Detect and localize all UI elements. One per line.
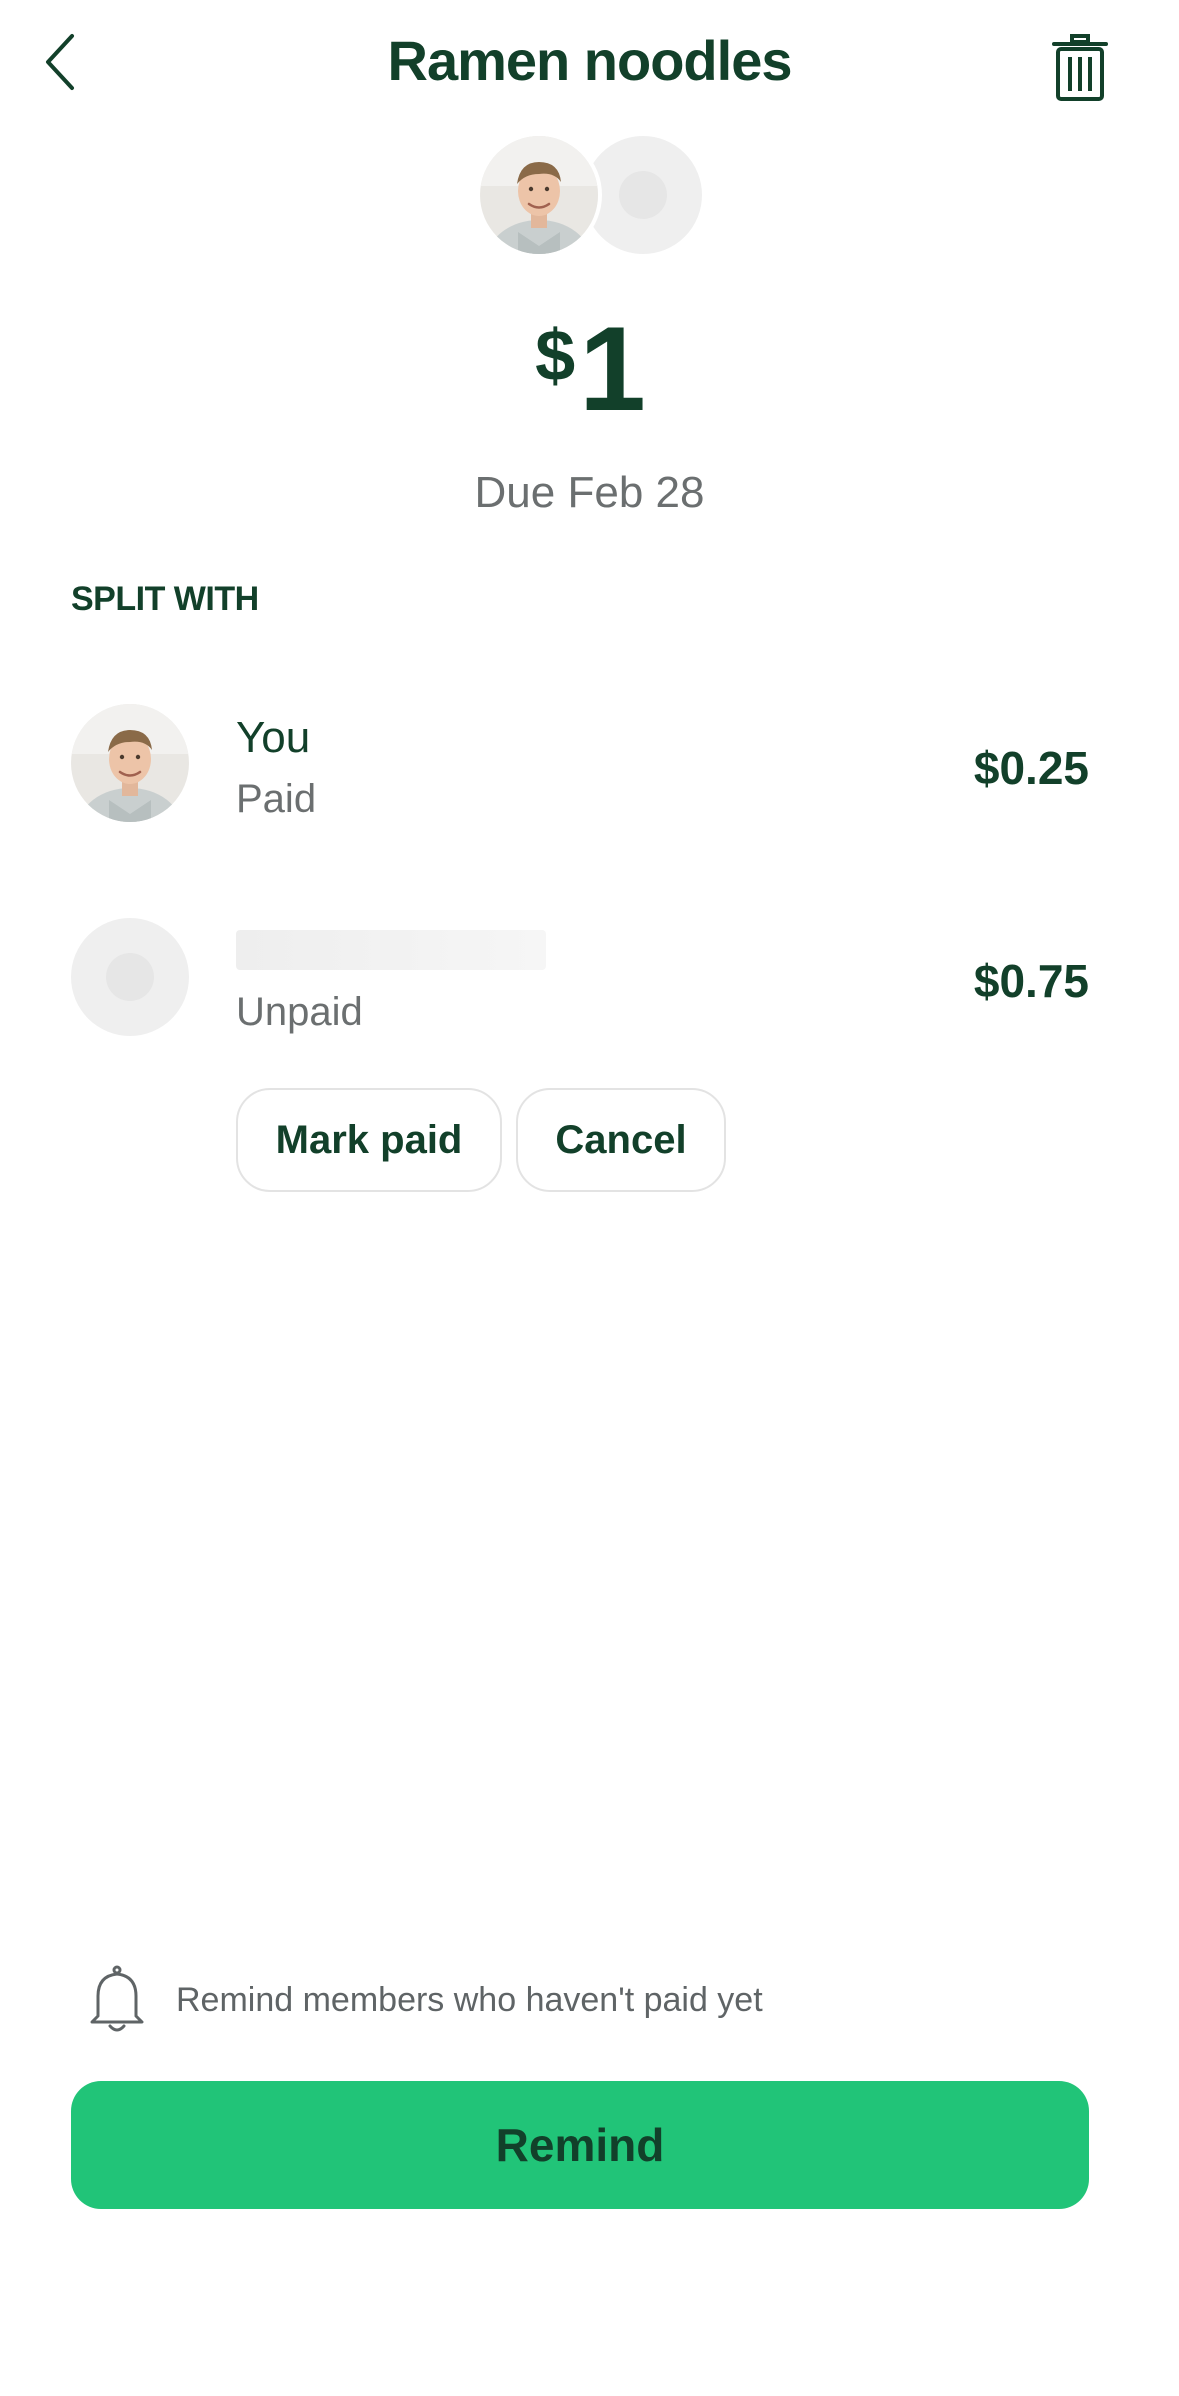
member-amount: $0.25 <box>973 742 1089 794</box>
remind-button[interactable]: Remind <box>71 2081 1089 2209</box>
member-status: Unpaid <box>236 990 363 1034</box>
avatar-you <box>476 132 602 258</box>
bell-icon <box>90 1965 144 2032</box>
amount-value: 1 <box>579 302 646 436</box>
due-date: Due Feb 28 <box>474 468 705 517</box>
avatar-placeholder-icon <box>106 953 154 1001</box>
currency-symbol: $ <box>535 316 576 396</box>
split-with-heading: SPLIT WITH <box>71 580 259 618</box>
reminder-info: Remind members who haven't paid yet <box>86 1960 763 2040</box>
member-amount: $0.75 <box>973 955 1089 1007</box>
cancel-button[interactable]: Cancel <box>516 1088 726 1192</box>
member-avatar-placeholder <box>71 918 189 1036</box>
mark-paid-button[interactable]: Mark paid <box>236 1088 502 1192</box>
page-title: Ramen noodles <box>387 29 793 92</box>
person-avatar-image <box>71 704 189 822</box>
person-avatar-image <box>480 136 598 254</box>
reminder-text: Remind members who haven't paid yet <box>176 1980 763 2019</box>
member-name: You <box>236 713 311 762</box>
member-name-placeholder <box>236 930 546 970</box>
total-amount: $1 <box>0 300 1179 438</box>
member-status: Paid <box>236 777 317 821</box>
member-avatar-you <box>71 704 189 822</box>
avatar-placeholder-icon <box>619 171 667 219</box>
delete-button[interactable] <box>1040 28 1120 108</box>
trash-icon <box>1052 34 1108 101</box>
